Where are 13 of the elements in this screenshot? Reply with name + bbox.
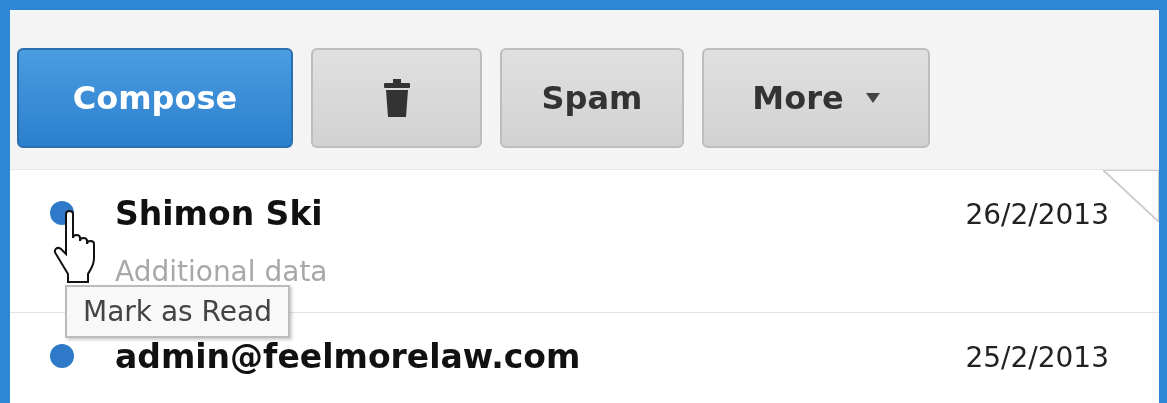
message-date: 25/2/2013 [965,341,1109,374]
compose-button[interactable]: Compose [17,48,293,148]
unread-dot[interactable] [50,344,74,368]
message-preview: Additional data [115,255,328,288]
message-date: 26/2/2013 [965,198,1109,231]
trash-icon [383,79,410,117]
sender-name: Shimon Ski [115,194,323,233]
sender-name: admin@feelmorelaw.com [115,337,581,376]
tooltip: Mark as Read [65,285,290,338]
spam-button[interactable]: Spam [500,48,684,148]
delete-button[interactable] [311,48,482,148]
caret-icon [865,93,880,103]
more-button[interactable]: More [702,48,930,148]
